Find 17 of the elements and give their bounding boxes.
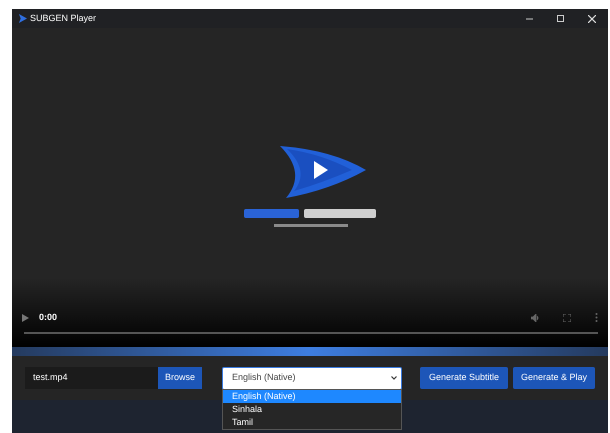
more-options-icon[interactable]	[595, 313, 598, 322]
play-icon[interactable]	[22, 314, 29, 322]
generate-subtitle-button[interactable]: Generate Subtitle	[420, 367, 508, 389]
window-title: SUBGEN Player	[30, 12, 96, 25]
fullscreen-icon[interactable]	[563, 314, 571, 322]
browse-button[interactable]: Browse	[158, 367, 202, 389]
chevron-down-icon	[391, 376, 397, 380]
dropdown-option[interactable]: Tamil	[223, 416, 401, 429]
dropdown-option[interactable]: Sinhala	[223, 403, 401, 416]
generate-and-play-button[interactable]: Generate & Play	[513, 367, 595, 389]
language-select[interactable]: English (Native)	[222, 366, 402, 390]
play-logo-icon	[18, 14, 27, 23]
file-field[interactable]: test.mp4	[25, 367, 158, 389]
volume-icon[interactable]	[531, 314, 540, 322]
maximize-icon[interactable]	[557, 15, 564, 22]
time-display: 0:00	[39, 311, 58, 324]
close-icon[interactable]	[588, 14, 596, 22]
